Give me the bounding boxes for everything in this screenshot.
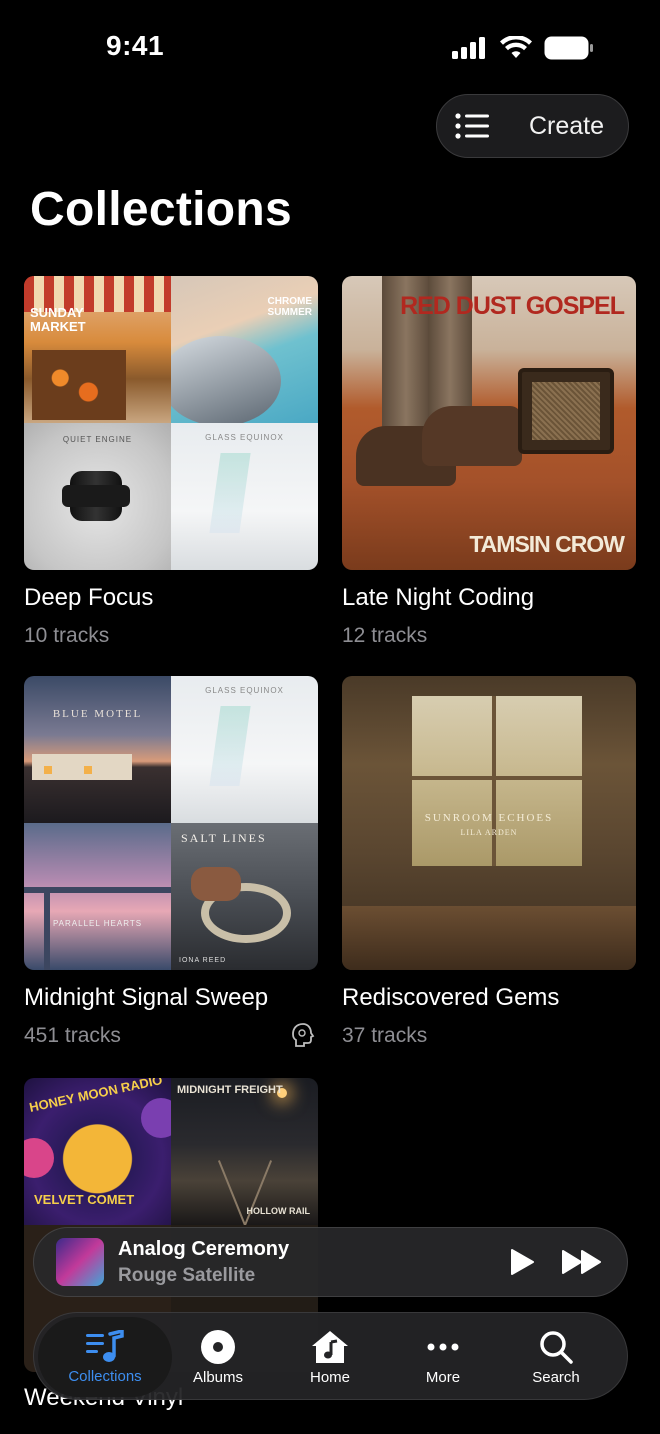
tab-bar: Collections Albums Home More Search	[33, 1312, 628, 1400]
album-art-honey-moon-radio: HONEY MOON RADIO VELVET COMET	[24, 1078, 171, 1225]
tab-label: Home	[309, 1368, 350, 1386]
collection-card-deep-focus[interactable]: SUNDAY MARKET CHROME SUMMER QUIET ENGINE…	[24, 276, 318, 648]
collection-title: Midnight Signal Sweep	[24, 984, 269, 1011]
album-art-glass-equinox: GLASS EQUINOX	[171, 676, 318, 823]
album-title-text: CHROME SUMMER	[267, 296, 312, 318]
album-title-text: GLASS EQUINOX	[205, 686, 284, 695]
cellular-signal-icon	[452, 37, 485, 59]
music-note-list-icon	[86, 1329, 124, 1362]
magnifier-icon	[540, 1330, 573, 1364]
album-title-text: SUNDAY MARKET	[30, 305, 86, 334]
album-art-glass-equinox: GLASS EQUINOX	[171, 423, 318, 570]
tab-search[interactable]: Search	[500, 1317, 612, 1397]
album-artist-text: TAMSIN CROW	[469, 531, 625, 557]
collection-artwork: BLUE MOTEL GLASS EQUINOX PARALLEL HEARTS…	[24, 676, 318, 970]
collection-artwork: SUNDAY MARKET CHROME SUMMER QUIET ENGINE…	[24, 276, 318, 570]
status-bar: 9:41	[0, 0, 660, 96]
battery-icon	[544, 36, 593, 60]
album-title-text: PARALLEL HEARTS	[52, 919, 143, 928]
tab-collections[interactable]: Collections	[38, 1317, 172, 1397]
smart-mix-brain-icon	[292, 1023, 315, 1047]
create-button[interactable]: Create	[436, 94, 629, 158]
collection-card-midnight-signal-sweep[interactable]: BLUE MOTEL GLASS EQUINOX PARALLEL HEARTS…	[24, 676, 318, 1048]
status-time: 9:41	[106, 30, 165, 61]
wifi-icon	[500, 36, 532, 58]
tab-label: More	[425, 1368, 461, 1386]
tab-albums[interactable]: Albums	[162, 1317, 274, 1397]
now-playing-artist: Rouge Satellite	[118, 1264, 256, 1286]
album-art-sunroom-echoes: SUNROOM ECHOES LILA ARDEN	[342, 676, 636, 970]
tab-label: Albums	[192, 1368, 244, 1386]
album-art-red-dust-gospel: RED DUST GOSPEL TAMSIN CROW	[342, 276, 636, 570]
album-artist-text: VELVET COMET	[34, 1192, 135, 1207]
collection-title: Rediscovered Gems	[342, 984, 560, 1011]
album-art-salt-lines: SALT LINES IONA REED	[171, 823, 318, 970]
skip-forward-icon[interactable]	[561, 1249, 603, 1275]
collection-track-count: 10 tracks	[24, 624, 110, 647]
album-art-quiet-engine: QUIET ENGINE	[24, 423, 171, 570]
ellipsis-icon	[427, 1343, 459, 1350]
collection-title: Deep Focus	[24, 584, 154, 611]
collection-track-count: 451 tracks	[24, 1024, 121, 1047]
album-art-parallel-hearts: PARALLEL HEARTS	[24, 823, 171, 970]
play-icon[interactable]	[509, 1248, 535, 1276]
album-title-text: RED DUST GOSPEL	[400, 292, 625, 320]
create-label: Create	[529, 111, 605, 140]
collection-track-count: 12 tracks	[342, 624, 428, 647]
album-title-text: SALT LINES	[181, 831, 267, 845]
collection-track-count: 37 tracks	[342, 1024, 428, 1047]
disc-icon	[201, 1329, 235, 1364]
list-icon	[455, 113, 489, 139]
mini-player[interactable]: Analog Ceremony Rouge Satellite	[33, 1227, 628, 1297]
house-music-icon	[312, 1330, 348, 1363]
album-artist-text: LILA ARDEN	[460, 828, 518, 837]
collection-card-rediscovered-gems[interactable]: SUNROOM ECHOES LILA ARDEN Rediscovered G…	[342, 676, 636, 1048]
tab-label: Search	[532, 1368, 580, 1386]
tab-home[interactable]: Home	[274, 1317, 386, 1397]
album-art-chrome-summer: CHROME SUMMER	[171, 276, 318, 423]
album-artist-text: HOLLOW RAIL	[246, 1206, 311, 1216]
album-title-text: QUIET ENGINE	[62, 435, 133, 444]
page-title: Collections	[30, 183, 293, 236]
album-art-midnight-freight: MIDNIGHT FREIGHT HOLLOW RAIL	[171, 1078, 318, 1225]
album-artist-text: IONA REED	[179, 957, 227, 964]
tab-more[interactable]: More	[387, 1317, 499, 1397]
album-title-text: MIDNIGHT FREIGHT	[177, 1084, 283, 1096]
album-art-sunday-market: SUNDAY MARKET	[24, 276, 171, 423]
album-title-text: GLASS EQUINOX	[205, 433, 284, 442]
album-title-text: SUNROOM ECHOES	[424, 812, 554, 824]
collection-card-late-night-coding[interactable]: RED DUST GOSPEL TAMSIN CROW Late Night C…	[342, 276, 636, 648]
now-playing-title: Analog Ceremony	[118, 1237, 290, 1260]
status-icons	[452, 36, 594, 60]
collection-title: Late Night Coding	[342, 584, 535, 611]
now-playing-artwork	[56, 1238, 104, 1286]
album-art-blue-motel: BLUE MOTEL	[24, 676, 171, 823]
tab-label: Collections	[68, 1367, 142, 1385]
album-title-text: BLUE MOTEL	[52, 708, 143, 720]
